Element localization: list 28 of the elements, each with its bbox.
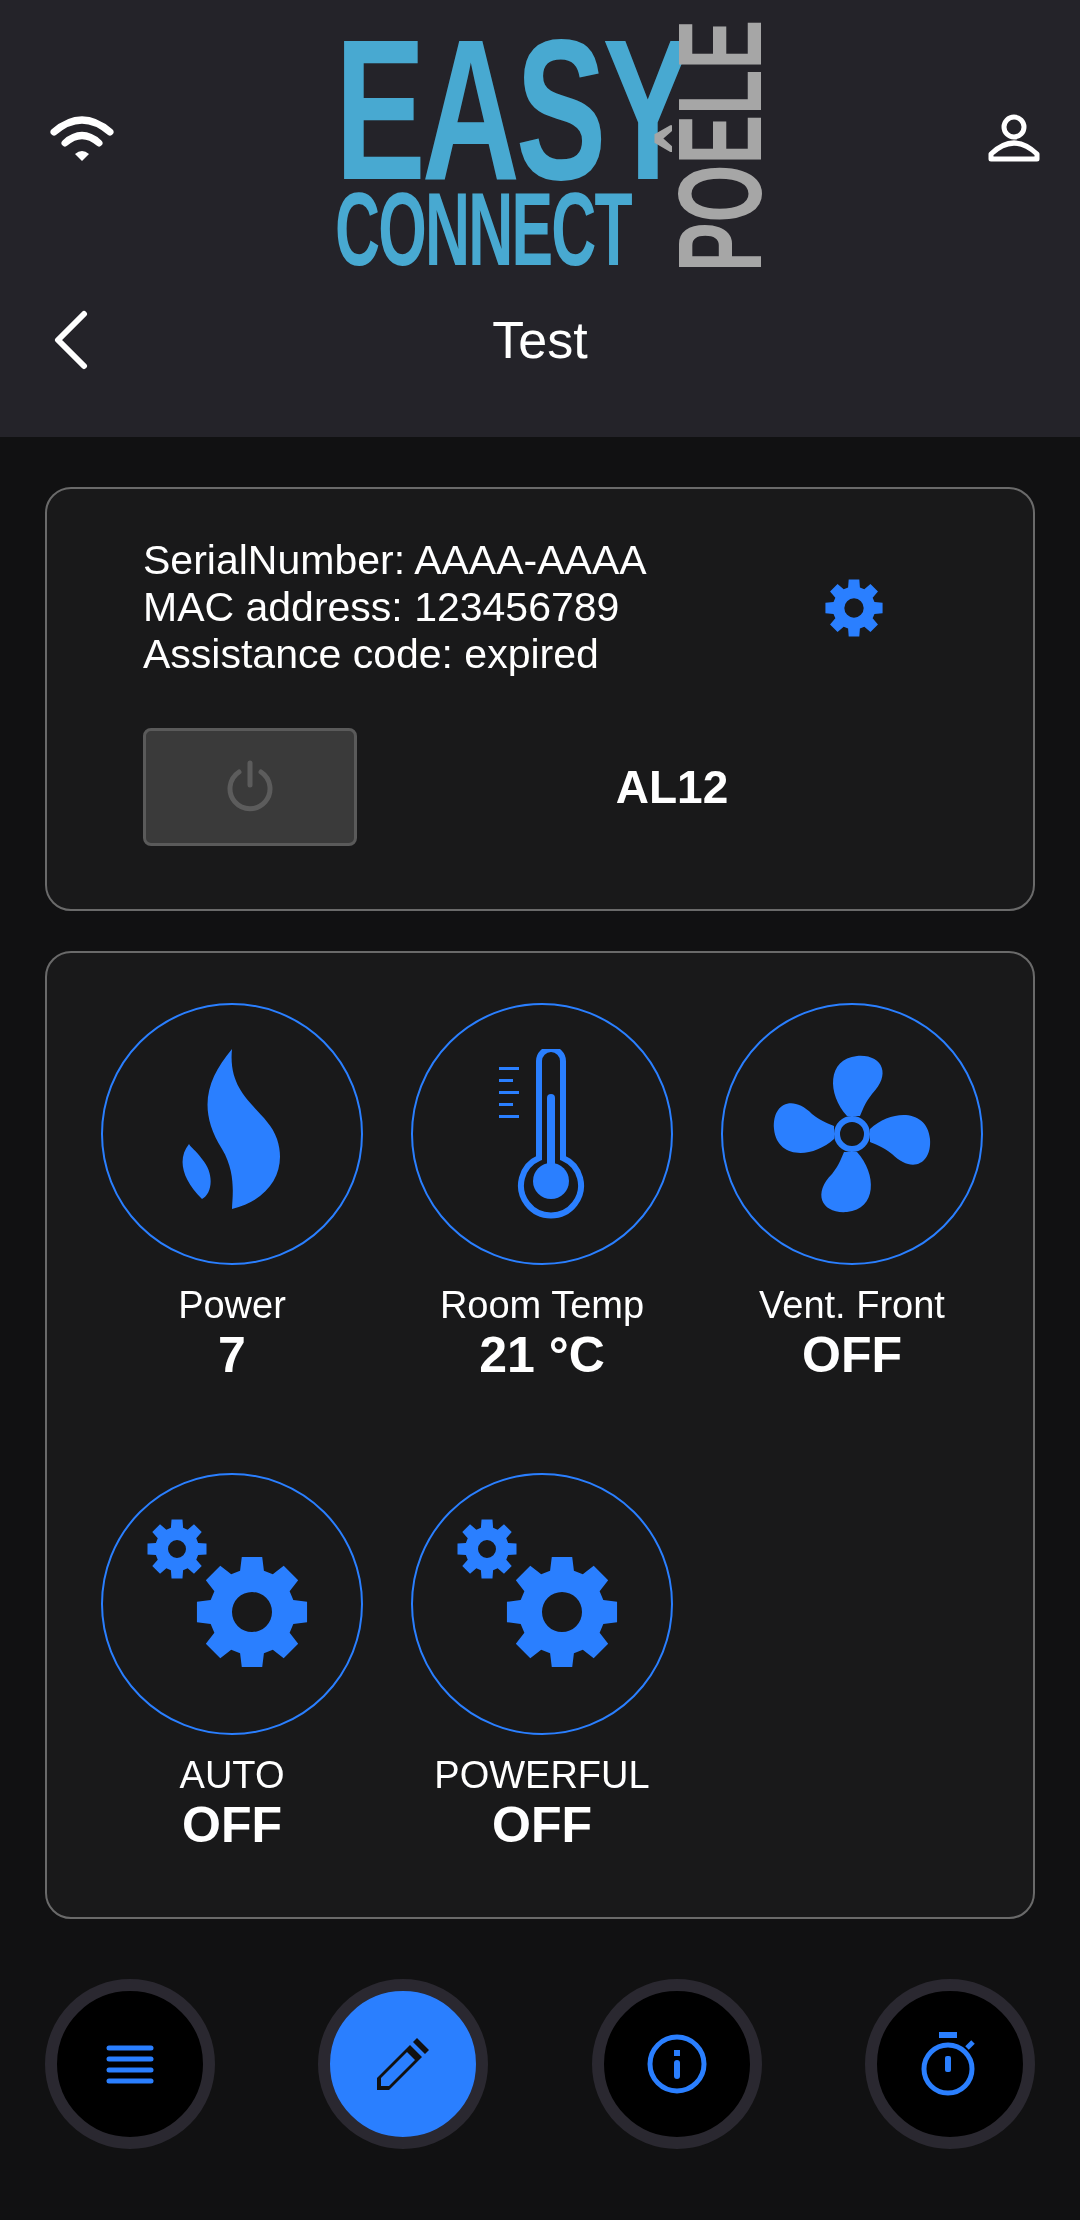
tile-label: AUTO — [179, 1753, 285, 1797]
tile-button[interactable] — [101, 1003, 363, 1265]
tile-value: 21 °C — [479, 1327, 605, 1383]
user-icon[interactable] — [988, 114, 1040, 162]
wifi-icon — [50, 114, 114, 162]
tile-label: Power — [178, 1283, 286, 1327]
info-icon — [645, 2033, 708, 2095]
tile-value: OFF — [492, 1797, 592, 1853]
alarm-code: AL12 — [614, 759, 730, 815]
thermometer-icon — [497, 1049, 587, 1219]
pencil-icon — [375, 2036, 432, 2092]
tile-label: POWERFUL — [434, 1753, 650, 1797]
settings-icon[interactable] — [823, 576, 885, 639]
tile-value: OFF — [182, 1797, 282, 1853]
tile-label: Room Temp — [439, 1283, 645, 1327]
device-info-line: Assistance code: expired — [143, 631, 600, 678]
tile-button[interactable] — [721, 1003, 983, 1265]
tile-value: OFF — [802, 1327, 902, 1383]
menu-icon — [106, 2044, 154, 2084]
page-title: Test — [492, 310, 588, 370]
tile-value: 7 — [218, 1327, 246, 1383]
tile-button[interactable] — [101, 1473, 363, 1735]
logo-word: CONNECT — [335, 185, 631, 273]
device-info-line: MAC address: 123456789 — [143, 584, 621, 631]
tile-button[interactable] — [411, 1473, 673, 1735]
device-info-line: SerialNumber: AAAA-AAAA — [143, 537, 648, 584]
tile-label: Vent. Front — [759, 1283, 945, 1327]
tile-button[interactable] — [411, 1003, 673, 1265]
